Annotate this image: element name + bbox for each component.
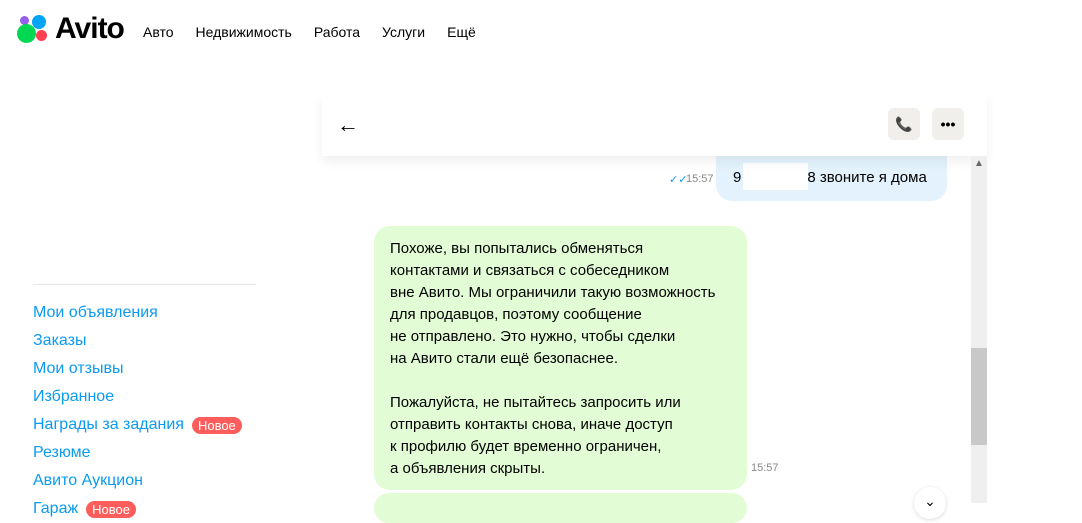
- scrollbar-thumb[interactable]: [971, 348, 987, 445]
- nav-auto[interactable]: Авто: [143, 24, 174, 40]
- chevron-down-icon: ⌄: [924, 493, 936, 509]
- sidebar-item-orders[interactable]: Заказы: [33, 327, 256, 355]
- label: Награды за задания: [33, 416, 184, 433]
- new-badge: Новое: [191, 416, 242, 434]
- label: Мои объявления: [33, 304, 158, 321]
- sidebar-item-resume[interactable]: Резюме: [33, 439, 256, 467]
- sidebar-item-rewards[interactable]: Награды за задания Новое: [33, 411, 256, 439]
- logo-text: Avito: [55, 12, 125, 45]
- scroll-down-button[interactable]: ⌄: [914, 487, 946, 519]
- message-text-end: 8 звоните я дома: [807, 169, 927, 186]
- nav-realty[interactable]: Недвижимость: [196, 24, 292, 40]
- sidebar-item-auction[interactable]: Авито Аукцион: [33, 467, 256, 495]
- sidebar-item-favorites[interactable]: Избранное: [33, 383, 256, 411]
- system-message: Похоже, вы попытались обменяться контакт…: [374, 226, 747, 490]
- scroll-up-icon[interactable]: ▲: [971, 156, 987, 169]
- avito-logo[interactable]: Avito: [17, 12, 125, 46]
- logo-dots-icon: [17, 14, 53, 44]
- label: Избранное: [33, 388, 115, 405]
- label: Мои отзывы: [33, 360, 124, 377]
- sidebar-item-reviews[interactable]: Мои отзывы: [33, 355, 256, 383]
- message-time: 15:57: [686, 173, 714, 185]
- more-button[interactable]: •••: [932, 108, 964, 140]
- new-badge: Новое: [86, 500, 137, 518]
- sidebar-item-my-ads[interactable]: Мои объявления: [33, 299, 256, 327]
- label: Резюме: [33, 444, 91, 461]
- message-time: 15:57: [751, 462, 779, 474]
- back-arrow-icon[interactable]: ←: [337, 112, 359, 138]
- label: Заказы: [33, 332, 87, 349]
- phone-icon: 📞: [895, 115, 913, 132]
- sidebar: Мои объявления Заказы Мои отзывы Избранн…: [33, 284, 256, 523]
- scrollbar[interactable]: ▲: [971, 156, 987, 503]
- nav-services[interactable]: Услуги: [382, 24, 425, 40]
- nav-more[interactable]: Ещё: [447, 24, 476, 40]
- read-checkmarks-icon: ✓✓: [669, 174, 688, 186]
- system-message: [374, 493, 747, 523]
- sidebar-item-garage[interactable]: Гараж Новое: [33, 495, 256, 523]
- top-nav: Авто Недвижимость Работа Услуги Ещё: [143, 24, 476, 40]
- message-text-start: 9: [733, 169, 742, 186]
- redacted-area: [743, 163, 808, 190]
- label: Авито Аукцион: [33, 472, 143, 489]
- nav-jobs[interactable]: Работа: [314, 24, 360, 40]
- more-dots-icon: •••: [940, 116, 956, 132]
- call-button[interactable]: 📞: [888, 108, 920, 140]
